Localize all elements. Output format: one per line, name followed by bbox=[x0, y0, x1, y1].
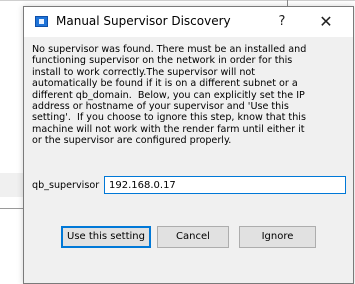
message-line: automatically be found if it is on a dif… bbox=[32, 78, 298, 90]
message-text: No supervisor was found. There must be a… bbox=[32, 44, 348, 147]
help-button[interactable]: ? bbox=[272, 13, 292, 31]
qb-supervisor-label: qb_supervisor bbox=[32, 180, 100, 191]
message-line: address or hostname of your supervisor a… bbox=[32, 101, 289, 113]
qb-supervisor-input[interactable] bbox=[104, 176, 346, 194]
message-line: or the supervisor are configured properl… bbox=[32, 135, 232, 147]
ignore-button[interactable]: Ignore bbox=[239, 226, 316, 248]
dialog-title: Manual Supervisor Discovery bbox=[56, 14, 231, 28]
help-icon: ? bbox=[278, 14, 286, 29]
cancel-button[interactable]: Cancel bbox=[157, 226, 229, 248]
message-line: No supervisor was found. There must be a… bbox=[32, 44, 307, 55]
message-line: setting'. If you choose to ignore this s… bbox=[32, 112, 306, 124]
background-divider bbox=[0, 0, 355, 1]
message-line: machine will not work with the render fa… bbox=[32, 123, 305, 135]
background-panel-divider bbox=[0, 208, 24, 209]
message-line: functioning supervisor on the network in… bbox=[32, 55, 293, 67]
message-line: different qb_domain. Below, you can expl… bbox=[32, 89, 305, 101]
app-window-icon bbox=[35, 16, 48, 27]
use-this-setting-button[interactable]: Use this setting bbox=[61, 226, 151, 248]
close-button[interactable]: ✕ bbox=[314, 12, 338, 32]
title-bar[interactable]: Manual Supervisor Discovery ? ✕ bbox=[24, 7, 353, 37]
message-line: install to work correctly.The supervisor… bbox=[32, 66, 256, 78]
close-icon: ✕ bbox=[319, 12, 333, 31]
manual-supervisor-discovery-dialog: Manual Supervisor Discovery ? ✕ No super… bbox=[23, 6, 354, 284]
background-panel bbox=[0, 173, 24, 197]
